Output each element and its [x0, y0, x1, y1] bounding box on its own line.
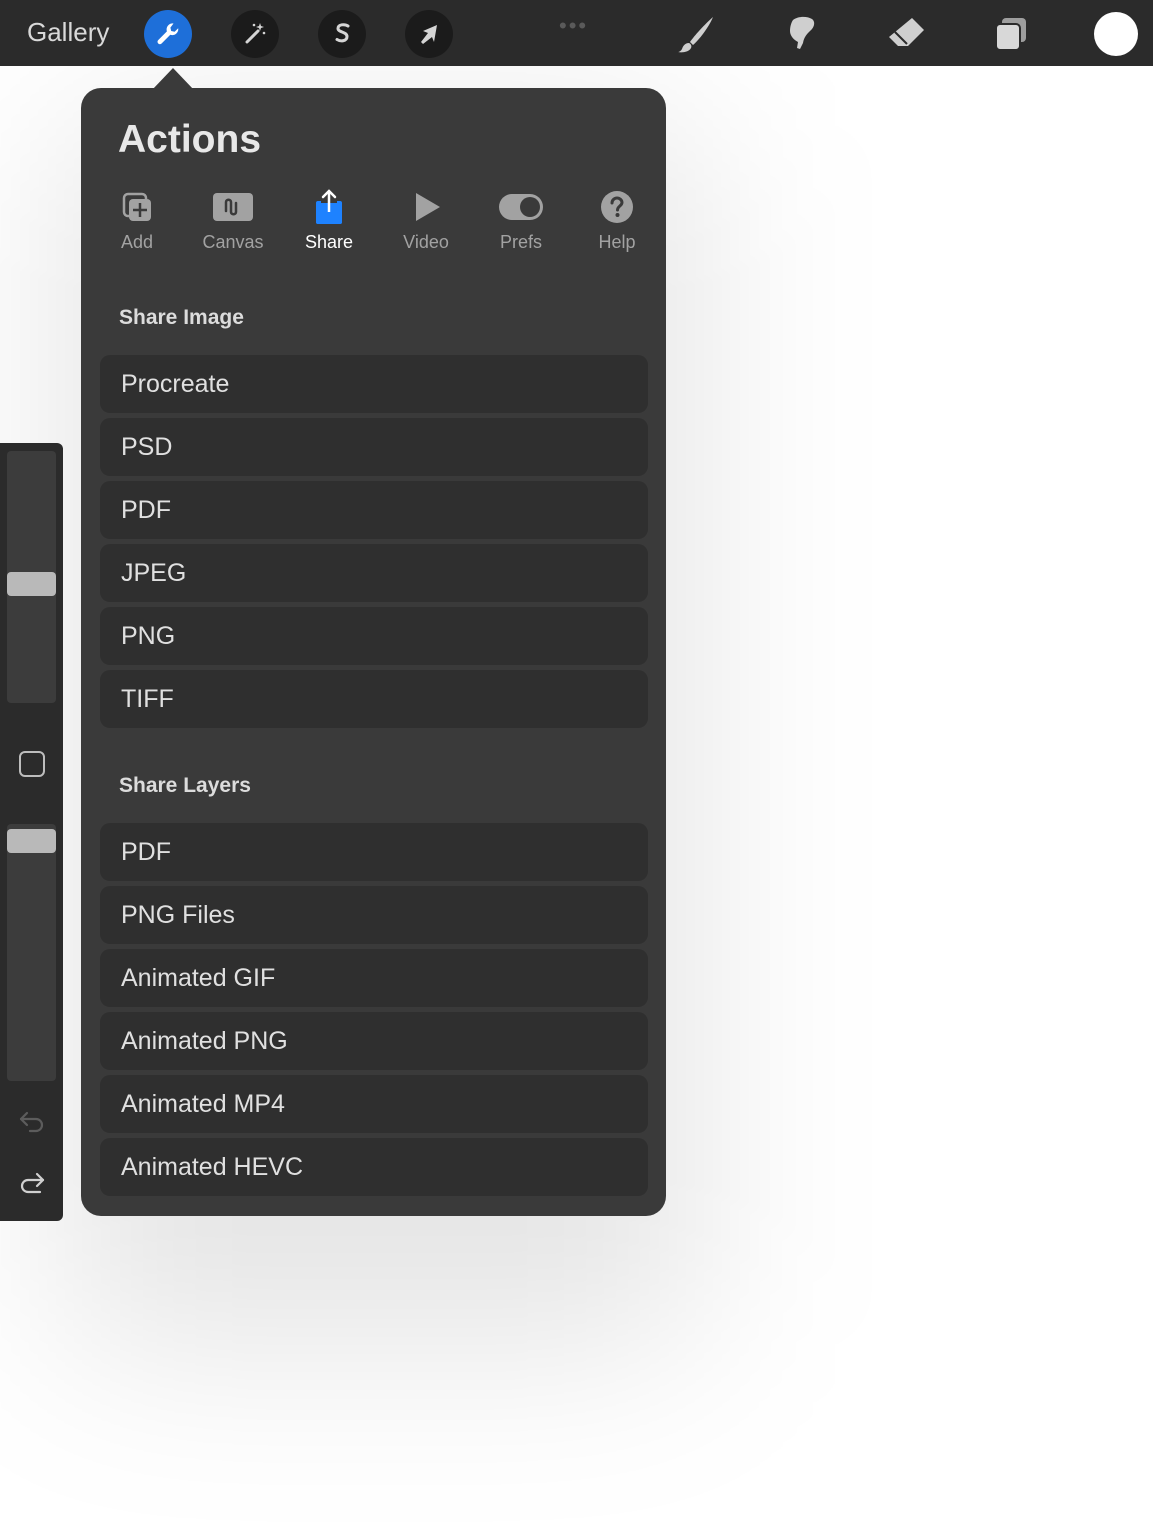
item-label: JPEG: [121, 559, 187, 587]
item-label: PNG Files: [121, 901, 235, 929]
tab-share[interactable]: Share: [291, 186, 367, 256]
arrow-cursor-icon: [421, 25, 437, 44]
layers-button[interactable]: [988, 12, 1034, 56]
tab-label: Canvas: [202, 232, 264, 252]
adjustments-button[interactable]: [231, 10, 279, 58]
share-image-heading: Share Image: [119, 306, 244, 329]
share-layers-pdf-button[interactable]: PDF: [100, 823, 648, 881]
tab-label: Video: [403, 232, 449, 252]
share-jpeg-button[interactable]: JPEG: [100, 544, 648, 602]
item-label: Animated MP4: [121, 1090, 285, 1118]
tab-add[interactable]: Add: [99, 186, 175, 256]
transform-button[interactable]: [405, 10, 453, 58]
share-animated-hevc-button[interactable]: Animated HEVC: [100, 1138, 648, 1196]
actions-tabs: Add Canvas Share Video Prefs Help: [99, 186, 674, 256]
tab-label: Add: [120, 232, 154, 252]
opacity-slider[interactable]: [7, 824, 56, 1081]
brush-size-slider[interactable]: [7, 451, 56, 703]
share-animated-png-button[interactable]: Animated PNG: [100, 1012, 648, 1070]
selection-s-icon: [335, 23, 350, 43]
smudge-icon: [790, 16, 815, 49]
eraser-icon: [889, 18, 924, 46]
tab-label: Help: [598, 232, 636, 252]
opacity-thumb[interactable]: [7, 829, 56, 853]
item-label: PNG: [121, 622, 176, 650]
share-animated-gif-button[interactable]: Animated GIF: [100, 949, 648, 1007]
share-animated-mp4-button[interactable]: Animated MP4: [100, 1075, 648, 1133]
tab-video[interactable]: Video: [388, 186, 464, 256]
actions-popover: Actions Add Canvas Share Video Prefs Hel…: [81, 88, 666, 1216]
tab-canvas[interactable]: Canvas: [195, 186, 271, 256]
undo-icon: [19, 1111, 44, 1133]
tab-prefs[interactable]: Prefs: [483, 186, 559, 256]
brush-size-thumb[interactable]: [7, 572, 56, 596]
item-label: TIFF: [121, 685, 174, 713]
brush-tool-button[interactable]: [673, 12, 719, 56]
brush-icon: [678, 17, 713, 53]
add-icon: [122, 192, 151, 221]
item-label: Animated HEVC: [121, 1153, 304, 1181]
magic-wand-icon: [245, 23, 266, 44]
wrench-icon: [157, 23, 179, 45]
redo-icon: [20, 1172, 45, 1194]
layers-icon: [995, 18, 1026, 51]
tab-help[interactable]: Help: [579, 186, 655, 256]
item-label: Animated GIF: [121, 964, 276, 992]
video-icon: [416, 193, 440, 221]
modify-square-icon: [19, 751, 45, 777]
more-dots-icon[interactable]: •••: [559, 13, 588, 39]
smudge-tool-button[interactable]: [778, 12, 824, 56]
share-procreate-button[interactable]: Procreate: [100, 355, 648, 413]
toggle-icon: [499, 194, 543, 220]
color-icon[interactable]: [1094, 12, 1138, 56]
tab-label: Prefs: [499, 232, 542, 252]
item-label: Animated PNG: [121, 1027, 288, 1055]
left-sidebar: [0, 443, 63, 1221]
modify-button[interactable]: [12, 746, 52, 782]
popover-caret: [152, 68, 194, 90]
item-label: PDF: [121, 838, 171, 866]
share-layers-png-files-button[interactable]: PNG Files: [100, 886, 648, 944]
selection-button[interactable]: [318, 10, 366, 58]
item-label: PSD: [121, 433, 173, 461]
share-psd-button[interactable]: PSD: [100, 418, 648, 476]
eraser-tool-button[interactable]: [883, 12, 929, 56]
item-label: PDF: [121, 496, 171, 524]
top-toolbar: Gallery •••: [0, 0, 1153, 66]
item-label: Procreate: [121, 370, 230, 398]
popover-title: Actions: [118, 118, 262, 161]
share-pdf-button[interactable]: PDF: [100, 481, 648, 539]
actions-button[interactable]: [144, 10, 192, 58]
share-layers-heading: Share Layers: [119, 774, 251, 797]
canvas-icon: [213, 193, 253, 221]
gallery-button[interactable]: Gallery: [27, 17, 109, 48]
undo-button[interactable]: [12, 1102, 52, 1138]
help-icon: [601, 191, 633, 223]
tab-label: Share: [304, 232, 354, 252]
share-png-button[interactable]: PNG: [100, 607, 648, 665]
share-tiff-button[interactable]: TIFF: [100, 670, 648, 728]
share-icon: [316, 189, 342, 224]
redo-button[interactable]: [12, 1165, 52, 1201]
